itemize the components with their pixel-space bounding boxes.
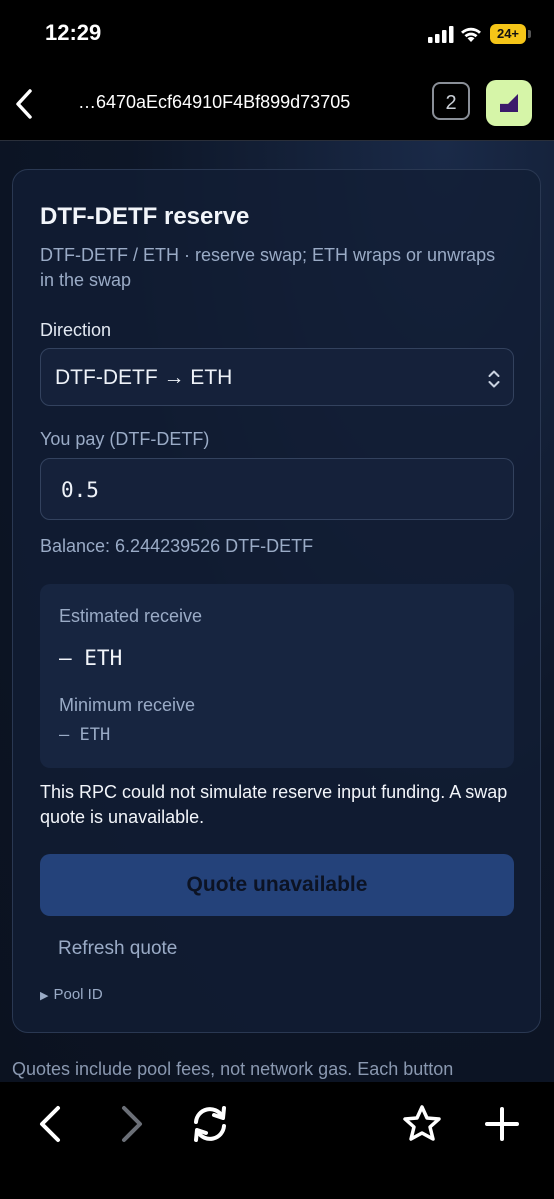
quote-button[interactable]: Quote unavailable bbox=[40, 854, 514, 916]
estimated-receive-value: — ETH bbox=[59, 646, 123, 670]
select-chevron-icon bbox=[488, 370, 500, 388]
pool-id-toggle[interactable]: ▶ Pool ID bbox=[40, 986, 103, 1003]
card-title: DTF-DETF reserve bbox=[40, 203, 250, 230]
quote-warning: This RPC could not simulate reserve inpu… bbox=[40, 782, 508, 827]
balance-text: Balance: 6.244239526 DTF-DETF bbox=[40, 536, 314, 556]
wallet-extension-button[interactable] bbox=[486, 80, 532, 126]
estimate-panel: Estimated receive — ETH Minimum receive … bbox=[40, 584, 514, 768]
browser-toolbar bbox=[0, 1082, 554, 1199]
minimum-receive-value: — ETH bbox=[59, 725, 111, 745]
minimum-receive-label: Minimum receive bbox=[59, 695, 196, 715]
direction-value: DTF-DETF → ETH bbox=[55, 366, 233, 389]
footer-note: Quotes include pool fees, not network ga… bbox=[12, 1059, 454, 1079]
direction-label: Direction bbox=[40, 320, 112, 340]
pool-id-label: Pool ID bbox=[53, 986, 103, 1003]
disclosure-triangle-icon: ▶ bbox=[40, 990, 49, 1002]
tab-count-button[interactable]: 2 bbox=[432, 82, 470, 120]
estimated-receive-label: Estimated receive bbox=[59, 606, 203, 626]
reload-icon[interactable] bbox=[188, 1102, 232, 1146]
page-content: DTF-DETF reserve DTF-DETF / ETH · reserv… bbox=[0, 141, 554, 1082]
card-subtitle: DTF-DETF / ETH · reserve swap; ETH wraps… bbox=[40, 245, 496, 290]
direction-select[interactable]: DTF-DETF → ETH bbox=[40, 348, 514, 406]
back-chevron-icon[interactable] bbox=[10, 86, 40, 122]
wallet-logo-icon bbox=[500, 94, 518, 112]
cellular-signal-icon bbox=[428, 26, 454, 43]
battery-tip bbox=[528, 30, 531, 38]
address-bar[interactable]: …6470aEcf64910F4Bf899d73705 bbox=[78, 92, 350, 113]
status-bar: 12:29 24+ bbox=[0, 0, 554, 70]
clock: 12:29 bbox=[45, 20, 102, 45]
pay-amount-value: 0.5 bbox=[61, 478, 99, 502]
plus-icon[interactable] bbox=[480, 1102, 524, 1146]
swap-card: DTF-DETF reserve DTF-DETF / ETH · reserv… bbox=[12, 169, 541, 1033]
star-icon[interactable] bbox=[400, 1102, 444, 1146]
wifi-icon bbox=[461, 27, 481, 42]
battery-indicator: 24+ bbox=[490, 24, 526, 44]
browser-header: …6470aEcf64910F4Bf899d73705 2 bbox=[0, 70, 554, 141]
pay-amount-input[interactable]: 0.5 bbox=[40, 458, 514, 520]
back-icon[interactable] bbox=[28, 1102, 72, 1146]
pay-label: You pay (DTF-DETF) bbox=[40, 429, 210, 449]
forward-icon[interactable] bbox=[110, 1102, 154, 1146]
refresh-quote-link[interactable]: Refresh quote bbox=[58, 938, 177, 960]
